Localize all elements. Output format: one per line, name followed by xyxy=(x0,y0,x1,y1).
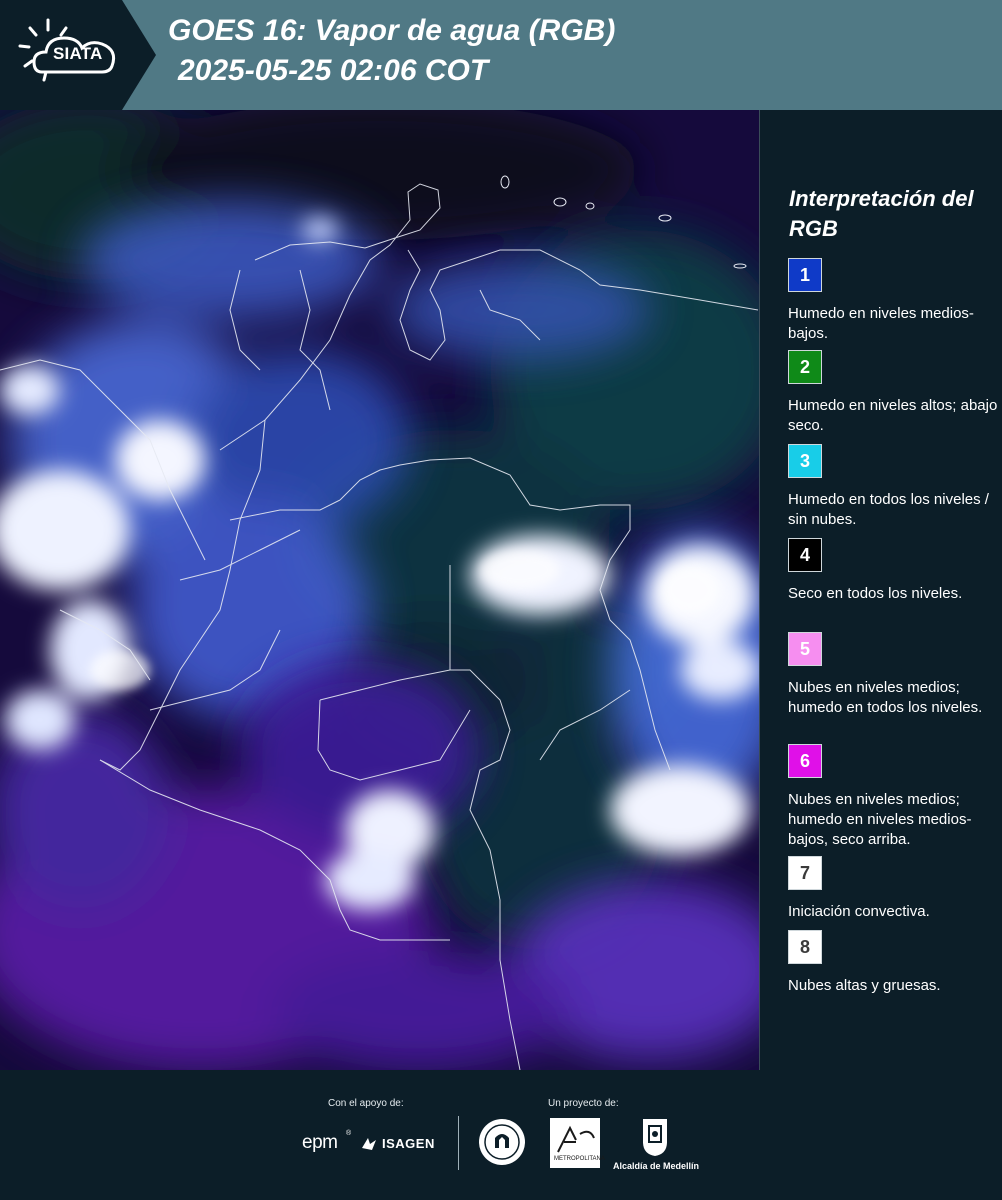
page-title: GOES 16: Vapor de agua (RGB) xyxy=(168,14,616,47)
satellite-image xyxy=(0,110,760,1070)
legend-description: Iniciación convectiva. xyxy=(788,903,930,920)
legend-description: Humedo en niveles altos; abajo seco. xyxy=(788,397,998,434)
legend-item: 6 Nubes en niveles medios; humedo en nive… xyxy=(788,744,998,850)
epm-logo: epm xyxy=(302,1132,338,1153)
legend-item: 4 Seco en todos los niveles. xyxy=(788,538,998,604)
footer: Con el apoyo de: Un proyecto de: epm ® I… xyxy=(0,1070,1002,1200)
legend-swatch: 3 xyxy=(788,444,822,478)
legend-description: Humedo en todos los niveles / sin nubes. xyxy=(788,491,989,528)
page-timestamp: 2025-05-25 02:06 COT xyxy=(178,54,489,87)
support-caption: Con el apoyo de: xyxy=(328,1098,404,1109)
legend-title: Interpretación del RGB xyxy=(789,186,974,241)
isagen-logo: ISAGEN xyxy=(382,1136,435,1151)
header-banner: SIATA GOES 16: Vapor de agua (RGB) 2025-… xyxy=(0,0,1002,110)
footer-divider xyxy=(458,1116,459,1170)
legend-swatch: 8 xyxy=(788,930,822,964)
siata-logo: SIATA xyxy=(0,0,156,110)
legend-swatch: 1 xyxy=(788,258,822,292)
legend-description: Seco en todos los niveles. xyxy=(788,585,963,602)
legend-panel: Interpretación del RGB 1 Humedo en nivele… xyxy=(762,110,1002,1070)
university-seal-icon xyxy=(479,1119,525,1165)
legend-swatch: 4 xyxy=(788,538,822,572)
legend-description: Nubes altas y gruesas. xyxy=(788,977,941,994)
legend-item: 2 Humedo en niveles altos; abajo seco. xyxy=(788,350,998,436)
legend-swatch: 2 xyxy=(788,350,822,384)
legend-swatch: 5 xyxy=(788,632,822,666)
legend-item: 3 Humedo en todos los niveles / sin nubes… xyxy=(788,444,998,530)
legend-description: Humedo en niveles medios-bajos. xyxy=(788,305,974,342)
epm-registered-mark: ® xyxy=(346,1130,352,1137)
project-caption: Un proyecto de: xyxy=(548,1098,619,1109)
area-caption: METROPOLITANA xyxy=(554,1156,605,1162)
legend-swatch: 7 xyxy=(788,856,822,890)
isagen-icon xyxy=(362,1138,376,1150)
legend-swatch: 6 xyxy=(788,744,822,778)
legend-item: 1 Humedo en niveles medios-bajos. xyxy=(788,258,998,344)
legend-item: 7 Iniciación convectiva. xyxy=(788,856,998,922)
alcaldia-caption: Alcaldía de Medellín xyxy=(613,1161,700,1171)
legend-description: Nubes en niveles medios; humedo en nivel… xyxy=(788,791,972,848)
legend-item: 8 Nubes altas y gruesas. xyxy=(788,930,998,996)
legend-item: 5 Nubes en niveles medios; humedo en todo… xyxy=(788,632,998,718)
legend-description: Nubes en niveles medios; humedo en todos… xyxy=(788,679,983,716)
logo-text: SIATA xyxy=(53,44,103,63)
medellin-shield-icon xyxy=(643,1119,667,1156)
